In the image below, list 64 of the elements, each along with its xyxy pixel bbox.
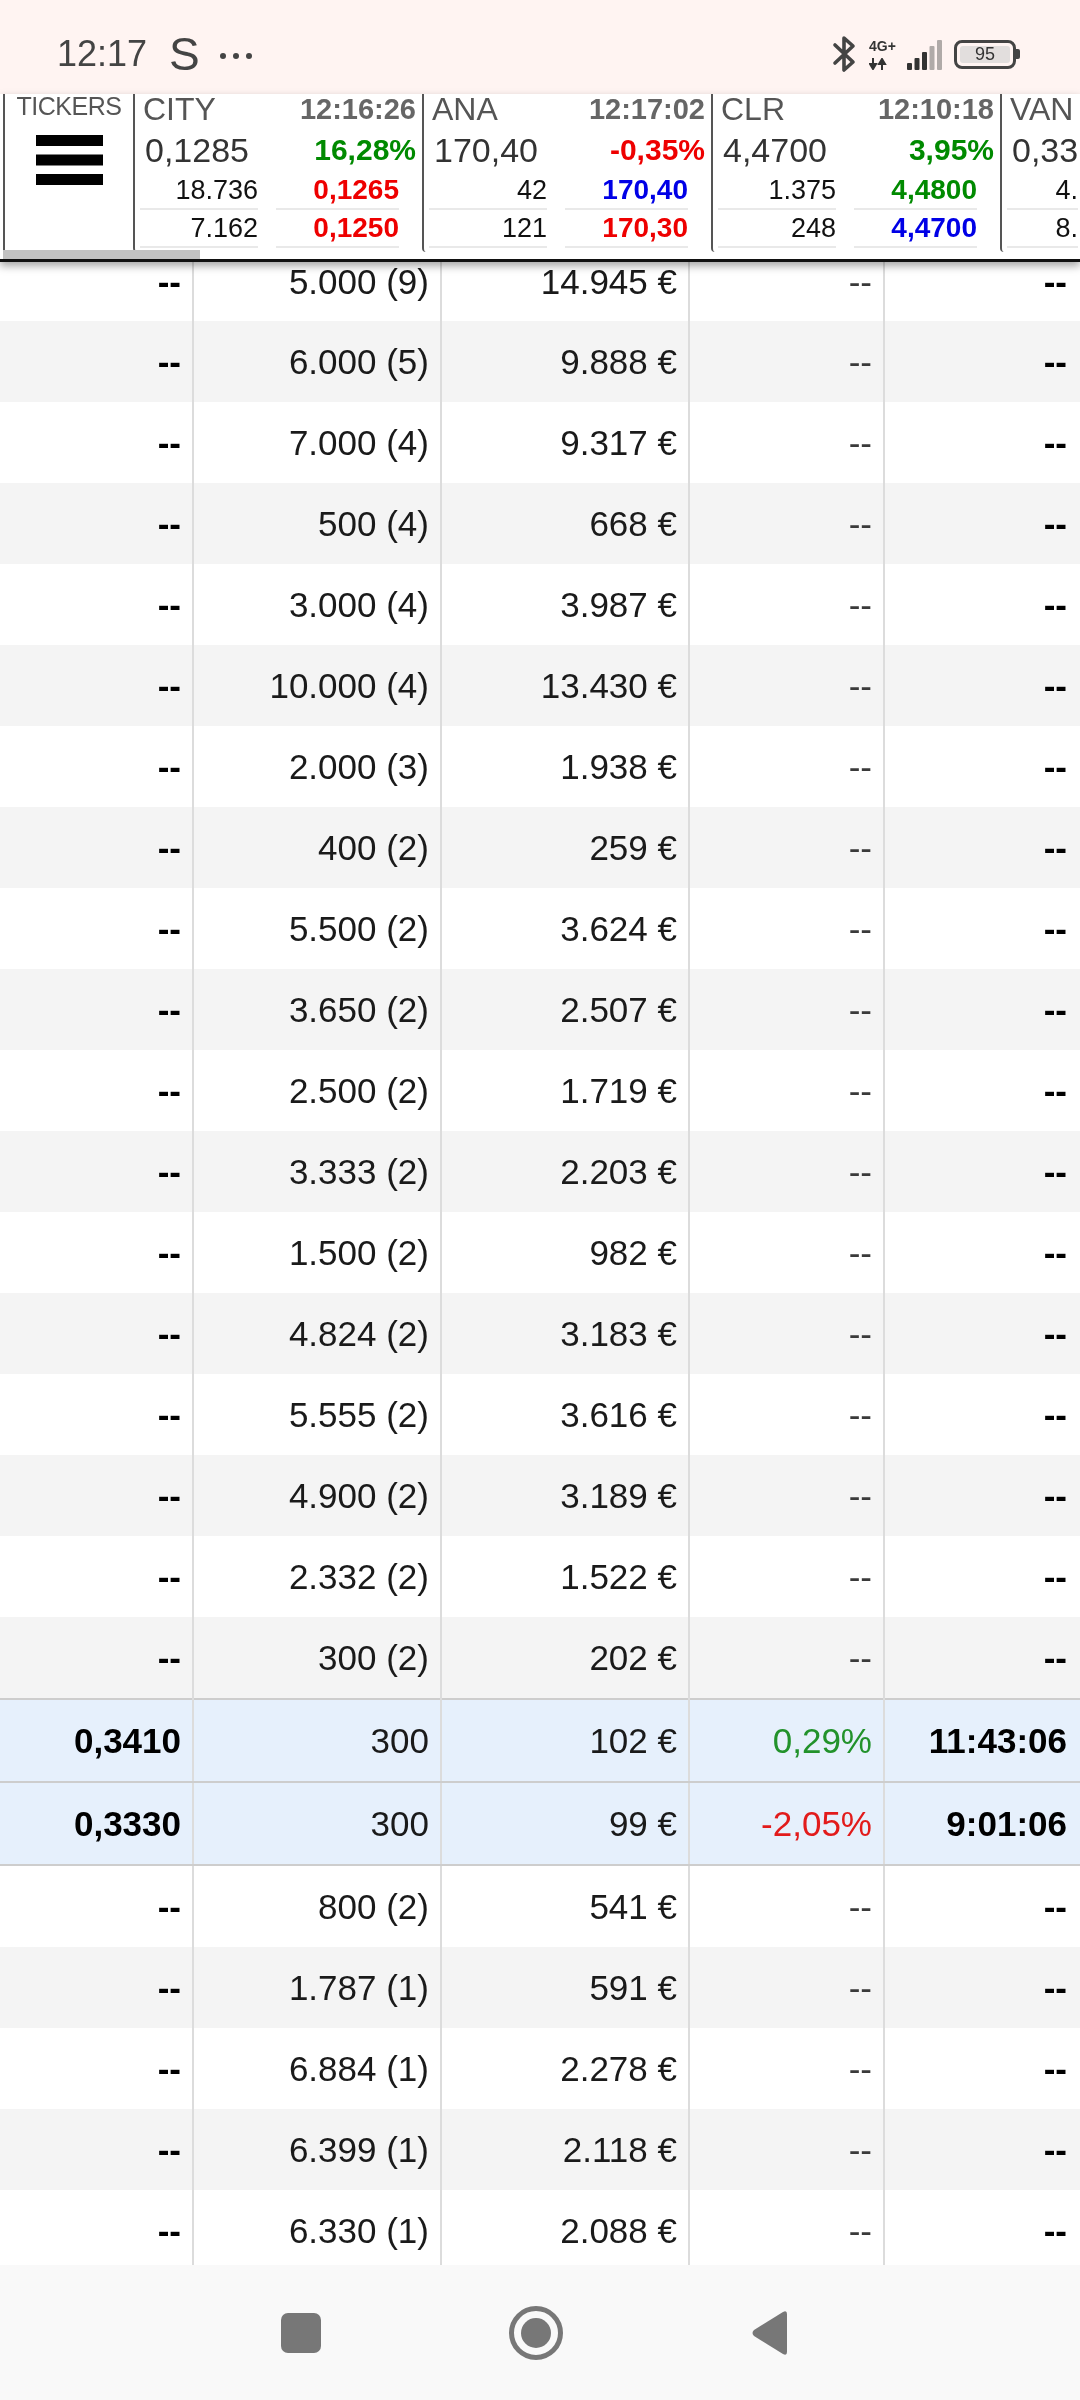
ticker-quote-price: 170,30: [565, 210, 688, 248]
table-cell: --: [0, 645, 193, 726]
table-cell: --: [0, 726, 193, 807]
ticker-volume: 121: [429, 210, 547, 248]
more-dots-icon: [219, 53, 252, 59]
table-cell: --: [0, 2190, 193, 2265]
ticker-quote-price: 4,4700: [854, 210, 977, 248]
circle-icon[interactable]: [509, 2305, 563, 2360]
back-icon[interactable]: [751, 2309, 789, 2356]
table-cell: --: [0, 1212, 193, 1293]
ticker-volume: 42: [429, 172, 547, 210]
table-cell: --: [0, 2028, 193, 2109]
ticker-symbol[interactable]: VAN: [1007, 94, 1074, 124]
ticker-symbol[interactable]: ANA: [429, 94, 498, 124]
ticker-time: 12:16:26: [299, 94, 416, 124]
ticker-quote-price: 0,1265: [276, 172, 399, 210]
table-cell: --: [0, 1455, 193, 1536]
table-cell: --: [0, 2109, 193, 2190]
square-icon[interactable]: [281, 2312, 321, 2353]
table-cell: --: [0, 1374, 193, 1455]
ticker-volume: 7.162: [140, 210, 258, 248]
ticker-quote-price: 170,40: [565, 172, 688, 210]
network-type: 4G+: [869, 38, 896, 54]
ticker-volume: 248: [718, 210, 836, 248]
table-cell: --: [0, 807, 193, 888]
tickers-label: TICKERS: [16, 94, 122, 118]
ticker-time: 12:10:18: [877, 94, 994, 124]
ticker-price: 170,40: [433, 131, 538, 169]
status-time: 12:17: [57, 34, 148, 74]
table-cell: --: [0, 1536, 193, 1617]
table-cell: --: [0, 262, 193, 321]
table-cell: --: [0, 402, 193, 483]
ticker-volume: 4.: [1007, 172, 1078, 210]
table-cell: --: [0, 1131, 193, 1212]
table-cell: --: [0, 483, 193, 564]
ticker-volume: 8.: [1007, 210, 1078, 248]
table-cell: --: [0, 1293, 193, 1374]
ticker-change: 3,95%: [908, 132, 994, 168]
ticker-price: 0,1285: [144, 131, 249, 169]
data-arrows-icon: [869, 57, 887, 70]
ticker-volume: 18.736: [140, 172, 258, 210]
table-cell: --: [0, 969, 193, 1050]
ticker-quote-price: 4,4800: [854, 172, 977, 210]
ticker-price: 4,4700: [722, 131, 827, 169]
ticker-price: 0,33: [1011, 131, 1079, 169]
table-cell: --: [0, 1617, 193, 1699]
table-cell: --: [0, 1947, 193, 2028]
table-cell: --: [0, 564, 193, 645]
notification-glyph: S: [169, 30, 200, 78]
ticker-symbol[interactable]: CITY: [140, 94, 216, 124]
table-cell: --: [0, 1865, 193, 1947]
ticker-change: -0,35%: [609, 132, 705, 168]
ticker-volume: 1.375: [718, 172, 836, 210]
ticker-quote-price: 0,1250: [276, 210, 399, 248]
table-cell: --: [0, 321, 193, 402]
battery-indicator: 95: [954, 39, 1020, 69]
table-cell: --: [0, 1050, 193, 1131]
table-cell: --: [0, 888, 193, 969]
ticker-change: 16,28%: [314, 132, 416, 168]
bluetooth-icon: [832, 35, 858, 73]
menu-icon[interactable]: [35, 135, 103, 185]
ticker-time: 12:17:02: [588, 94, 705, 124]
signal-icon: [907, 39, 942, 70]
ticker-symbol[interactable]: CLR: [718, 94, 785, 124]
